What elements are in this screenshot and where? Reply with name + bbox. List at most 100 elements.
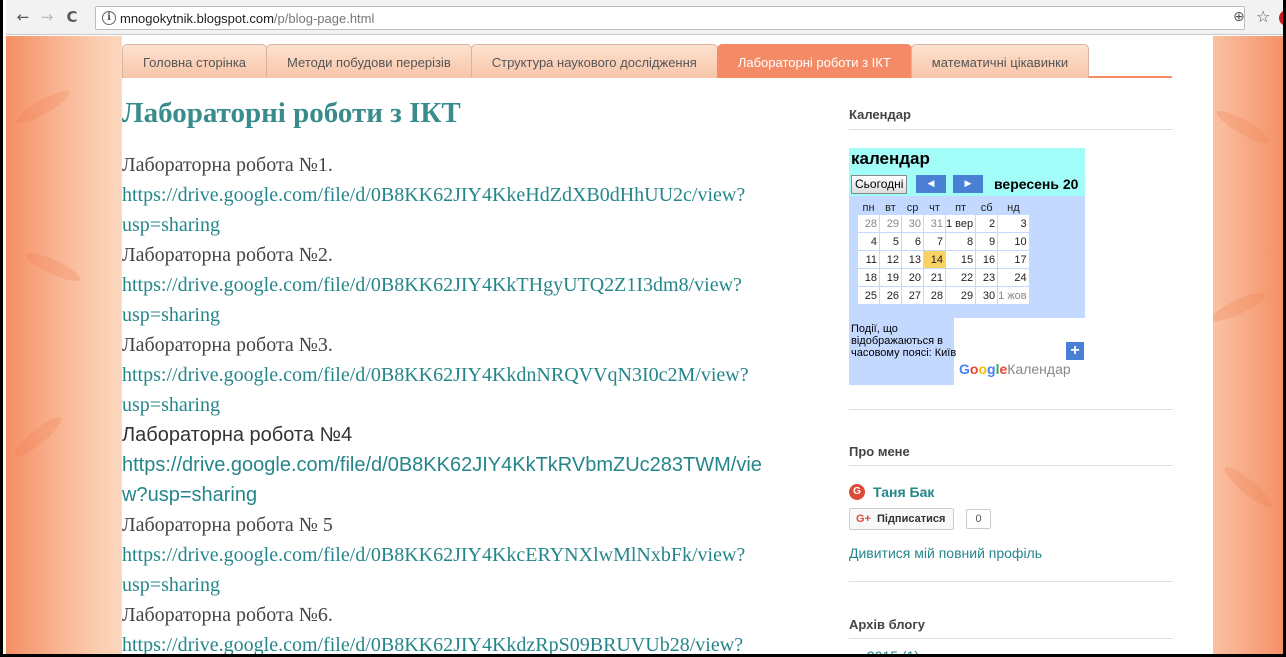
- google-plus-icon: G+: [856, 513, 871, 525]
- lab-link-continuation[interactable]: usp=sharing: [122, 390, 812, 420]
- calendar-day[interactable]: 21: [923, 268, 946, 287]
- collapse-triangle-icon[interactable]: ▼: [851, 653, 861, 654]
- weekday-header: чт: [929, 202, 940, 214]
- calendar-day[interactable]: 26: [879, 286, 902, 305]
- calendar-day[interactable]: 30: [975, 286, 999, 305]
- tab-math-curiosities[interactable]: математичні цікавинки: [910, 44, 1090, 78]
- google-letter: g: [987, 361, 996, 377]
- google-calendar-logo[interactable]: GoogleКалендар: [959, 361, 1071, 377]
- calendar-day[interactable]: 10: [997, 232, 1030, 251]
- prev-month-icon[interactable]: ◀: [916, 175, 946, 193]
- tab-cross-sections[interactable]: Методи побудови перерізів: [266, 44, 472, 78]
- calendar-day[interactable]: 8: [944, 232, 977, 251]
- divider: [849, 409, 1173, 410]
- about-me-title: Про мене: [849, 444, 910, 459]
- lab-link[interactable]: https://drive.google.com/file/d/0B8KK62J…: [122, 630, 812, 654]
- follower-count: 0: [966, 509, 991, 529]
- calendar-day[interactable]: 11: [857, 250, 880, 269]
- post-body: Лабораторна робота №1. https://drive.goo…: [122, 150, 812, 654]
- lab-link[interactable]: https://drive.google.com/file/d/0B8KK62J…: [122, 450, 812, 480]
- calendar-day[interactable]: 3: [997, 214, 1030, 233]
- tab-research-structure[interactable]: Структура наукового дослідження: [470, 44, 718, 78]
- lab-link-continuation[interactable]: usp=sharing: [122, 300, 812, 330]
- calendar-week-row: 4 5 6 7 8 9 10: [857, 232, 1030, 251]
- calendar-day[interactable]: 7: [923, 232, 946, 251]
- calendar-day[interactable]: 28: [857, 214, 880, 233]
- calendar-day[interactable]: 29: [944, 286, 977, 305]
- calendar-day[interactable]: 30: [901, 214, 924, 233]
- calendar-day[interactable]: 29: [879, 214, 902, 233]
- calendar-day-today[interactable]: 14: [923, 250, 946, 269]
- calendar-day[interactable]: 16: [975, 250, 999, 269]
- archive-year-item[interactable]: ▼ 2015 (1): [851, 648, 920, 657]
- calendar-day[interactable]: 28: [923, 286, 946, 305]
- calendar-day[interactable]: 5: [879, 232, 902, 251]
- lab-link-continuation[interactable]: usp=sharing: [122, 210, 812, 240]
- lab-link[interactable]: https://drive.google.com/file/d/0B8KK62J…: [122, 180, 812, 210]
- forward-arrow-icon[interactable]: →: [38, 8, 56, 26]
- lab-link-continuation[interactable]: w?usp=sharing: [122, 480, 812, 510]
- calendar-day[interactable]: 25: [857, 286, 880, 305]
- lab-label: Лабораторна робота №4: [122, 424, 353, 446]
- tab-home[interactable]: Головна сторінка: [122, 44, 268, 78]
- bookmark-star-icon[interactable]: ☆: [1256, 8, 1270, 26]
- follow-label: Підписатися: [876, 513, 946, 525]
- url-path: /p/blog-page.html: [273, 11, 375, 26]
- browser-window: ← → C i mnogokytnik.blogspot.com/p/blog-…: [0, 0, 1286, 657]
- lab-link[interactable]: https://drive.google.com/file/d/0B8KK62J…: [122, 360, 812, 390]
- url-host: mnogokytnik.blogspot.com: [120, 11, 274, 26]
- calendar-day[interactable]: 2: [975, 214, 999, 233]
- calendar-day[interactable]: 20: [901, 268, 924, 287]
- calendar-day[interactable]: 13: [901, 250, 924, 269]
- lab-link[interactable]: https://drive.google.com/file/d/0B8KK62J…: [122, 270, 812, 300]
- full-profile-link[interactable]: Дивитися мій повний профіль: [849, 545, 1042, 561]
- profile-name-link[interactable]: Таня Бак: [873, 484, 934, 500]
- calendar-day[interactable]: 9: [975, 232, 999, 251]
- calendar-day[interactable]: 17: [997, 250, 1030, 269]
- opera-icon[interactable]: [1279, 10, 1283, 26]
- zoom-icon[interactable]: ⊕: [1233, 8, 1245, 26]
- url-text[interactable]: mnogokytnik.blogspot.com/p/blog-page.htm…: [120, 11, 374, 26]
- blog-archive-title: Архів блогу: [849, 617, 925, 632]
- calendar-nav: Сьогодні ◀ ▶ вересень 20: [849, 172, 1085, 196]
- calendar-day[interactable]: 1 вер: [944, 214, 977, 233]
- weekday-header: вт: [885, 202, 896, 214]
- calendar-day[interactable]: 15: [944, 250, 977, 269]
- calendar-day[interactable]: 18: [857, 268, 880, 287]
- calendar-week-row: 25 26 27 28 29 30 1 жов: [857, 286, 1030, 305]
- reload-icon[interactable]: C: [63, 8, 81, 26]
- lab-link[interactable]: https://drive.google.com/file/d/0B8KK62J…: [122, 540, 812, 570]
- calendar-day[interactable]: 4: [857, 232, 880, 251]
- back-arrow-icon[interactable]: ←: [14, 8, 32, 26]
- weekday-header: нд: [1007, 202, 1020, 214]
- lab-label: Лабораторна робота № 5: [122, 514, 333, 536]
- calendar-day[interactable]: 6: [901, 232, 924, 251]
- calendar-widget-title: Календар: [849, 107, 911, 122]
- address-bar[interactable]: i mnogokytnik.blogspot.com/p/blog-page.h…: [95, 6, 1245, 30]
- add-calendar-button[interactable]: +: [1066, 342, 1084, 360]
- divider: [849, 581, 1173, 582]
- calendar-word: Календар: [1007, 361, 1071, 377]
- next-month-icon[interactable]: ▶: [953, 175, 983, 193]
- calendar-week-row: 18 19 20 21 22 23 24: [857, 268, 1030, 287]
- lab-link-continuation[interactable]: usp=sharing: [122, 570, 812, 600]
- google-letter: G: [959, 361, 970, 377]
- calendar-day[interactable]: 24: [997, 268, 1030, 287]
- calendar-day[interactable]: 19: [879, 268, 902, 287]
- post-title: Лабораторні роботи з ІКТ: [122, 97, 461, 129]
- google-letter: o: [978, 361, 988, 377]
- calendar-day[interactable]: 27: [901, 286, 924, 305]
- calendar-day[interactable]: 23: [975, 268, 999, 287]
- calendar-week-row: 11 12 13 14 15 16 17: [857, 250, 1030, 269]
- follow-button[interactable]: G+ Підписатися: [849, 508, 955, 530]
- today-button[interactable]: Сьогодні: [851, 175, 908, 194]
- calendar-day[interactable]: 12: [879, 250, 902, 269]
- calendar-header: календар: [849, 148, 1085, 172]
- weekday-header: ср: [906, 202, 919, 214]
- calendar-day[interactable]: 1 жов: [997, 286, 1030, 305]
- archive-year-label: 2015 (1): [866, 648, 920, 657]
- tab-ict-labs[interactable]: Лабораторні роботи з ІКТ: [716, 44, 912, 78]
- calendar-day[interactable]: 31: [923, 214, 946, 233]
- calendar-day[interactable]: 22: [944, 268, 977, 287]
- info-icon[interactable]: i: [102, 11, 116, 25]
